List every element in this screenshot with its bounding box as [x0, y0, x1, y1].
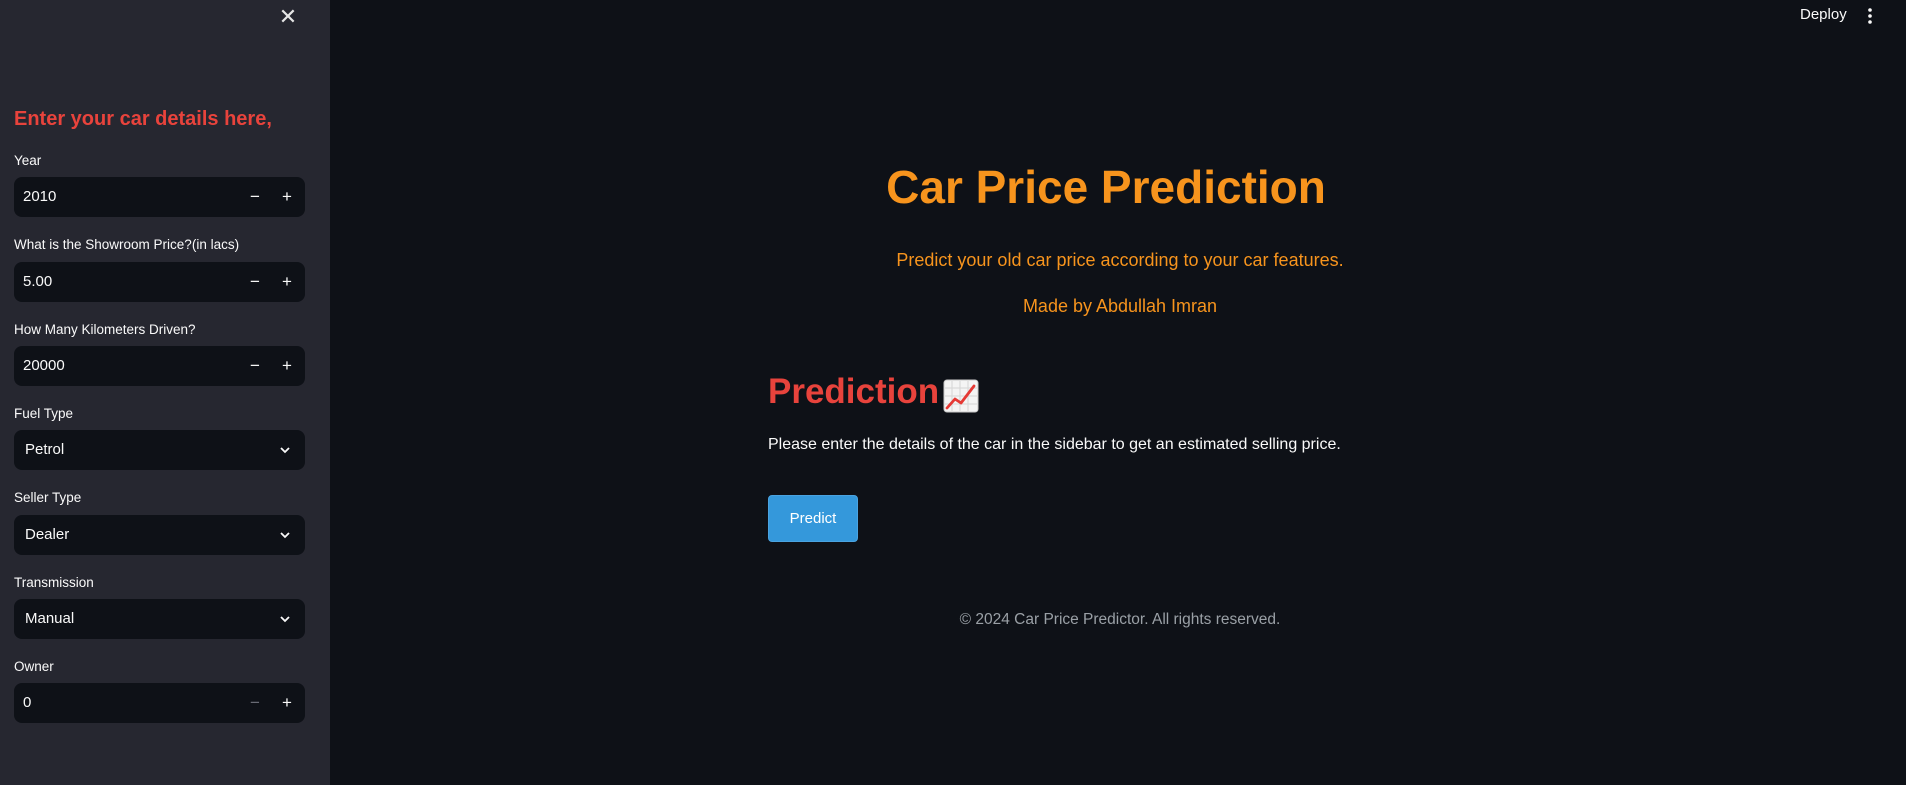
year-input[interactable]: 2010 − + — [14, 177, 305, 217]
owner-value[interactable]: 0 — [23, 683, 31, 723]
predict-button[interactable]: Predict — [768, 495, 858, 542]
chevron-down-icon — [280, 616, 290, 623]
kms-driven-decrement-button[interactable]: − — [239, 346, 271, 386]
showroom-price-input[interactable]: 5.00 − + — [14, 262, 305, 302]
chevron-down-icon — [280, 447, 290, 454]
year-decrement-button[interactable]: − — [239, 177, 271, 217]
owner-label: Owner — [14, 659, 54, 674]
deploy-button[interactable]: Deploy — [1800, 6, 1847, 23]
seller-type-label: Seller Type — [14, 490, 82, 505]
kms-driven-label: How Many Kilometers Driven? — [14, 322, 196, 337]
showroom-price-decrement-button[interactable]: − — [239, 262, 271, 302]
fuel-type-value: Petrol — [25, 441, 65, 458]
sidebar-heading: Enter your car details here, — [14, 108, 272, 130]
year-increment-button[interactable]: + — [271, 177, 303, 217]
seller-type-select[interactable]: Dealer — [14, 515, 305, 555]
year-label: Year — [14, 153, 42, 168]
owner-input[interactable]: 0 − + — [14, 683, 305, 723]
seller-type-value: Dealer — [25, 526, 70, 543]
more-vertical-icon[interactable] — [1862, 6, 1878, 26]
kms-driven-input[interactable]: 20000 − + — [14, 346, 305, 386]
author-credit: Made by Abdullah Imran — [1022, 296, 1218, 316]
page-title: Car Price Prediction — [886, 161, 1326, 213]
fuel-type-select[interactable]: Petrol — [14, 430, 305, 470]
transmission-value: Manual — [25, 610, 75, 627]
owner-increment-button[interactable]: + — [271, 683, 303, 723]
year-value[interactable]: 2010 — [23, 177, 56, 217]
showroom-price-value[interactable]: 5.00 — [23, 262, 52, 302]
owner-decrement-button[interactable]: − — [239, 683, 271, 723]
footer-text: © 2024 Car Price Predictor. All rights r… — [959, 611, 1281, 628]
page-subtitle: Predict your old car price according to … — [896, 250, 1344, 270]
showroom-price-increment-button[interactable]: + — [271, 262, 303, 302]
kms-driven-value[interactable]: 20000 — [23, 346, 65, 386]
chart-increasing-icon — [943, 379, 979, 413]
showroom-price-label: What is the Showroom Price?(in lacs) — [14, 237, 240, 252]
kms-driven-increment-button[interactable]: + — [271, 346, 303, 386]
instructions-text: Please enter the details of the car in t… — [768, 436, 1341, 453]
sidebar: ✕ Enter your car details here, Year 2010… — [0, 0, 330, 785]
transmission-select[interactable]: Manual — [14, 599, 305, 639]
fuel-type-label: Fuel Type — [14, 406, 74, 421]
prediction-heading: Prediction — [768, 372, 940, 411]
transmission-label: Transmission — [14, 575, 94, 590]
close-icon[interactable]: ✕ — [278, 6, 298, 28]
chevron-down-icon — [280, 532, 290, 539]
